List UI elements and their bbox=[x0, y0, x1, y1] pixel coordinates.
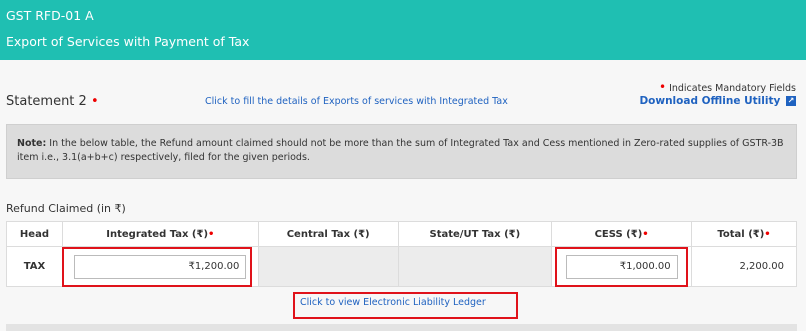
note-prefix: Note: bbox=[17, 138, 47, 149]
col-header-head: Head bbox=[6, 221, 63, 247]
col-header-cess: CESS (₹)• bbox=[551, 221, 693, 247]
cess-highlight-box bbox=[555, 247, 688, 287]
col-header-central: Central Tax (₹) bbox=[257, 221, 399, 247]
bottom-section-divider bbox=[6, 324, 797, 331]
col-header-head-label: Head bbox=[19, 228, 49, 240]
external-link-icon: ↗ bbox=[786, 96, 796, 106]
download-offline-utility-link[interactable]: Download Offline Utility ↗ bbox=[639, 95, 796, 107]
page-header: GST RFD-01 A Export of Services with Pay… bbox=[0, 0, 806, 60]
col-header-total-label: Total (₹) bbox=[717, 228, 765, 240]
col-header-integrated: Integrated Tax (₹)• bbox=[61, 221, 259, 247]
mandatory-fields-note: • Indicates Mandatory Fields bbox=[659, 80, 796, 94]
col-header-state: State/UT Tax (₹) bbox=[397, 221, 553, 247]
mandatory-note-text: Indicates Mandatory Fields bbox=[669, 83, 796, 94]
col-header-total: Total (₹)• bbox=[691, 221, 797, 247]
statement-label-text: Statement 2 bbox=[6, 94, 87, 109]
note-text: In the below table, the Refund amount cl… bbox=[17, 138, 784, 163]
col-header-central-label: Central Tax (₹) bbox=[286, 228, 370, 240]
fill-export-details-link[interactable]: Click to fill the details of Exports of … bbox=[205, 96, 508, 107]
state-tax-cell bbox=[397, 246, 553, 287]
required-dot-icon: • bbox=[208, 228, 215, 240]
form-title: Export of Services with Payment of Tax bbox=[6, 34, 250, 49]
central-tax-cell bbox=[257, 246, 399, 287]
required-dot-icon: • bbox=[764, 228, 771, 240]
download-offline-utility-label: Download Offline Utility bbox=[639, 95, 781, 107]
col-header-integrated-label: Integrated Tax (₹) bbox=[106, 228, 209, 240]
col-header-state-label: State/UT Tax (₹) bbox=[429, 228, 521, 240]
integrated-tax-highlight-box bbox=[62, 247, 252, 287]
required-dot-icon: • bbox=[90, 94, 99, 109]
form-code: GST RFD-01 A bbox=[6, 8, 94, 23]
statement-label: Statement 2 • bbox=[6, 94, 99, 109]
table-header-row: Head Integrated Tax (₹)• Central Tax (₹)… bbox=[6, 221, 797, 247]
col-header-cess-label: CESS (₹) bbox=[594, 228, 643, 240]
electronic-liability-ledger-link[interactable]: Click to view Electronic Liability Ledge… bbox=[300, 297, 486, 308]
row-head-cell: TAX bbox=[6, 246, 63, 287]
refund-claimed-title: Refund Claimed (in ₹) bbox=[6, 202, 126, 215]
required-dot-icon: • bbox=[642, 228, 649, 240]
total-cell: 2,200.00 bbox=[691, 246, 797, 287]
note-box: Note: In the below table, the Refund amo… bbox=[6, 124, 797, 179]
required-dot-icon: • bbox=[658, 80, 667, 94]
